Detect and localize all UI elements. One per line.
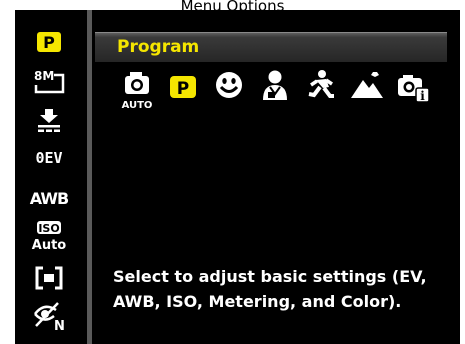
svg-text:8M: 8M (34, 69, 54, 83)
sidebar-item-metering[interactable] (15, 260, 83, 296)
iso-icon: ISO Auto (32, 221, 67, 253)
program-mode-icon: P (37, 32, 61, 52)
svg-text:P: P (43, 33, 55, 52)
svg-text:AUTO: AUTO (122, 100, 153, 111)
svg-text:AWB: AWB (30, 189, 69, 208)
mode-sports[interactable] (301, 68, 341, 116)
landscape-icon (351, 72, 383, 98)
sidebar: P 8M 0EV AWB ISO Auto N (15, 10, 83, 344)
mode-smile[interactable] (209, 68, 249, 116)
quality-icon (38, 109, 60, 132)
svg-text:P: P (177, 79, 189, 99)
resolution-8m-icon: 8M (34, 69, 65, 94)
divider (87, 10, 92, 344)
color-mode-icon: N (34, 302, 65, 332)
auto-camera-icon: AUTO (122, 72, 153, 111)
mode-program[interactable]: P (163, 68, 203, 116)
camera-screen: P 8M 0EV AWB ISO Auto N Program AUTO P i… (15, 10, 460, 344)
svg-text:Auto: Auto (32, 238, 67, 253)
svg-text:0EV: 0EV (35, 149, 62, 167)
sidebar-item-quality[interactable] (15, 102, 83, 138)
menu-panel: Program AUTO P i Select to adjust basic … (95, 10, 460, 344)
sidebar-item-resolution[interactable]: 8M (15, 64, 83, 100)
sidebar-item-white-balance[interactable]: AWB (15, 180, 83, 216)
svg-text:ISO: ISO (38, 222, 59, 235)
metering-icon (35, 266, 63, 290)
mode-portrait[interactable] (255, 68, 295, 116)
mode-camera-info[interactable]: i (393, 68, 433, 116)
mode-landscape[interactable] (347, 68, 387, 116)
program-icon: P (170, 76, 196, 99)
svg-text:i: i (420, 89, 425, 103)
title-bar: Program (95, 32, 447, 62)
portrait-icon (263, 70, 287, 100)
sidebar-item-iso[interactable]: ISO Auto (15, 218, 83, 254)
mode-auto[interactable]: AUTO (117, 68, 157, 116)
smile-face-icon (216, 72, 242, 98)
white-balance-icon: AWB (30, 189, 70, 208)
sports-icon (308, 70, 334, 98)
mode-icon-row: AUTO P i (117, 68, 447, 118)
sidebar-item-exposure[interactable]: 0EV (15, 140, 83, 176)
exposure-icon: 0EV (35, 149, 62, 167)
svg-text:N: N (54, 319, 65, 332)
camera-info-icon: i (398, 75, 430, 103)
sidebar-item-program[interactable]: P (15, 24, 83, 60)
menu-title: Program (117, 37, 200, 57)
sidebar-item-color[interactable]: N (15, 298, 83, 334)
menu-description: Select to adjust basic settings (EV, AWB… (113, 267, 427, 311)
